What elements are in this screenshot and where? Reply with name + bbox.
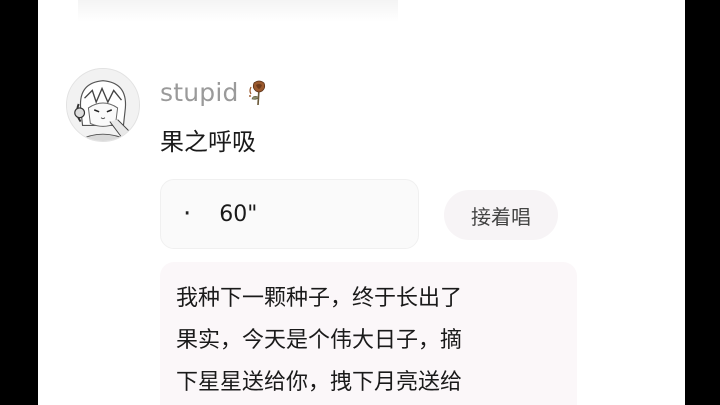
username-row: stupid [160, 78, 273, 108]
avatar[interactable] [66, 68, 140, 142]
comment-text: 果之呼吸 [160, 128, 256, 156]
previous-content-fade [78, 0, 398, 22]
username[interactable]: stupid [160, 78, 239, 108]
voice-message-player[interactable]: · 60" [160, 179, 419, 249]
lyrics-line: 果实，今天是个伟大日子，摘 [176, 328, 463, 353]
lyrics-line: 我种下一颗种子，终于长出了 [176, 286, 463, 311]
comment-page: stupid 果之呼吸 · 60" 接着唱 我种下一颗种子，终于长出了 果实，今… [38, 0, 685, 405]
lyrics-card: 我种下一颗种子，终于长出了 果实，今天是个伟大日子，摘 下星星送给你，拽下月亮送… [160, 262, 577, 405]
wilted-rose-icon [245, 79, 273, 107]
lyrics-line: 下星星送给你，拽下月亮送给 [176, 370, 463, 395]
voice-duration: 60" [219, 201, 258, 227]
avatar-illustration [67, 69, 139, 141]
voice-bullet: · [183, 199, 192, 229]
sing-along-button[interactable]: 接着唱 [444, 190, 558, 240]
